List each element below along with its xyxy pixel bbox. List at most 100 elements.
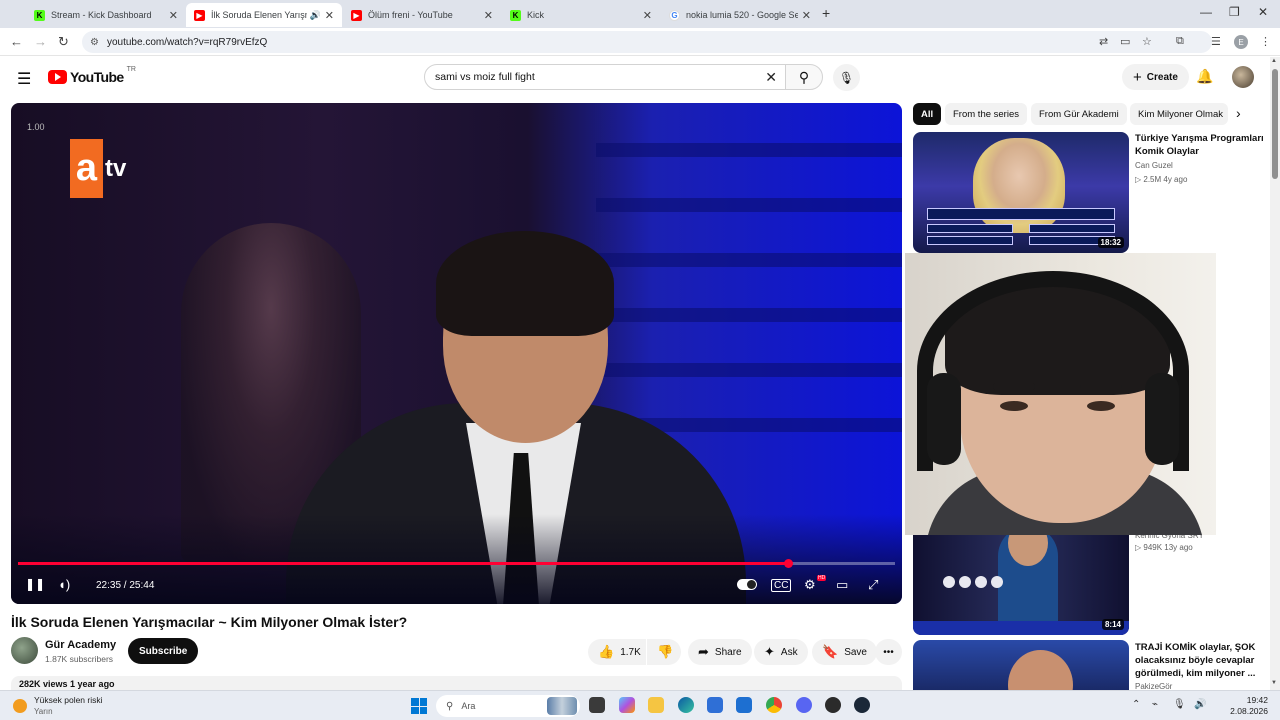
more-actions-button[interactable]: •••: [875, 639, 902, 665]
microphone-tray-icon[interactable]: 🎙: [1173, 699, 1186, 710]
subscribe-button[interactable]: Subscribe: [128, 638, 199, 664]
hamburger-menu-icon[interactable]: ☰: [17, 69, 31, 89]
file-explorer-icon[interactable]: [648, 697, 664, 713]
system-clock[interactable]: 19:42 2.08.2026: [1222, 695, 1268, 717]
close-tab-icon[interactable]: ✕: [325, 9, 334, 22]
share-button[interactable]: ➦ Share: [688, 639, 752, 665]
cast-icon[interactable]: ▭: [1120, 35, 1130, 48]
browser-menu-icon[interactable]: ⋮: [1260, 35, 1271, 48]
close-window-button[interactable]: ✕: [1258, 5, 1268, 19]
video-player[interactable]: 1.00 a tv ❚❚ ◖) 22:35 / 25:44 CC ⚙ HD ▭ …: [11, 103, 902, 604]
edge-browser-icon[interactable]: [678, 697, 694, 713]
extensions-icon[interactable]: ⧉: [1176, 35, 1184, 48]
youtube-logo[interactable]: YouTube TR: [48, 66, 136, 85]
close-tab-icon[interactable]: ✕: [802, 9, 811, 22]
close-tab-icon[interactable]: ✕: [169, 9, 178, 22]
microsoft-store-icon[interactable]: [707, 697, 723, 713]
youtube-icon: ▶: [351, 9, 362, 21]
notifications-bell-icon[interactable]: 🔔: [1196, 68, 1213, 85]
fullscreen-icon[interactable]: ⤢: [868, 577, 878, 593]
profile-avatar[interactable]: E: [1234, 35, 1248, 49]
recommendation-thumbnail[interactable]: 18:32: [913, 132, 1129, 253]
scroll-down-arrow-icon[interactable]: ▼: [1271, 680, 1277, 686]
discord-icon[interactable]: [796, 697, 812, 713]
tab-title: İlk Soruda Elenen Yarışmacı: [211, 10, 307, 20]
headset-earcup-left: [927, 373, 961, 465]
channel-avatar[interactable]: [11, 637, 38, 664]
search-button[interactable]: ⚲: [785, 64, 823, 90]
volume-tray-icon[interactable]: 🔊: [1194, 699, 1206, 710]
chip-kim-milyoner[interactable]: Kim Milyoner Olmak: [1130, 103, 1228, 125]
new-tab-button[interactable]: +: [822, 5, 830, 21]
reload-icon[interactable]: ↻: [58, 34, 69, 50]
site-info-icon[interactable]: ⚙: [90, 37, 99, 48]
scrollbar-thumb[interactable]: [1272, 69, 1278, 179]
tab-olum-freni[interactable]: ▶ Ölüm freni - YouTube ✕: [343, 3, 501, 27]
theater-mode-icon[interactable]: ▭: [836, 577, 848, 593]
more-horizontal-icon: •••: [883, 646, 894, 658]
forward-arrow-icon[interactable]: →: [34, 34, 47, 49]
windows-start-icon[interactable]: [411, 698, 427, 714]
network-icon[interactable]: ⌁: [1152, 699, 1158, 710]
video-title: İlk Soruda Elenen Yarışmacılar ~ Kim Mil…: [11, 614, 408, 630]
weather-sun-icon[interactable]: [13, 699, 27, 713]
speaker-icon[interactable]: 🔊: [310, 10, 321, 21]
close-tab-icon[interactable]: ✕: [484, 9, 493, 22]
clear-search-icon[interactable]: ✕: [765, 69, 777, 86]
channel-name-link[interactable]: Gür Academy: [45, 639, 116, 651]
address-bar[interactable]: ⚙ youtube.com/watch?v=rqR79rvEfzQ: [82, 31, 1212, 53]
save-button[interactable]: 🔖 Save: [812, 639, 877, 665]
task-view-icon[interactable]: [589, 697, 605, 713]
chrome-icon[interactable]: [766, 697, 782, 713]
search-query-text: sami vs moiz full fight: [435, 71, 535, 83]
outlook-icon[interactable]: [736, 697, 752, 713]
progress-bar[interactable]: [18, 559, 895, 568]
create-button[interactable]: + Create: [1122, 64, 1189, 90]
tab-kick[interactable]: K Kick ✕: [502, 3, 660, 27]
streamer-brow: [1080, 383, 1122, 390]
tab-kick-dashboard[interactable]: K Stream - Kick Dashboard ✕: [26, 3, 186, 27]
autoplay-toggle[interactable]: [737, 579, 757, 590]
filter-chips: All From the series From Gür Akademi Kim…: [913, 103, 1253, 125]
app-icon[interactable]: [825, 697, 841, 713]
search-highlight-image[interactable]: [547, 697, 577, 715]
account-avatar[interactable]: [1232, 66, 1254, 88]
ask-button[interactable]: ✦ Ask: [754, 639, 808, 665]
scrubber-handle[interactable]: [783, 559, 793, 568]
tab-active-video[interactable]: ▶ İlk Soruda Elenen Yarışmacı 🔊 ✕: [186, 3, 342, 27]
voice-search-button[interactable]: 🎙: [833, 64, 860, 91]
description-box[interactable]: 282K views 1 year ago: [11, 676, 902, 690]
chip-from-gur-akademi[interactable]: From Gür Akademi: [1031, 103, 1127, 125]
dislike-button[interactable]: 👎: [647, 639, 681, 665]
translate-icon[interactable]: ⇄: [1099, 35, 1108, 48]
like-button[interactable]: 👍 1.7K: [588, 639, 646, 665]
weather-text[interactable]: Yüksek polen riski: [34, 695, 103, 705]
steam-icon[interactable]: [854, 697, 870, 713]
bookmark-star-icon[interactable]: ☆: [1142, 35, 1152, 48]
search-input[interactable]: sami vs moiz full fight ✕: [424, 64, 786, 90]
chip-from-series[interactable]: From the series: [945, 103, 1027, 125]
streamer-eye: [1000, 401, 1028, 411]
pause-button[interactable]: ❚❚: [25, 577, 45, 591]
minimize-button[interactable]: —: [1200, 5, 1212, 19]
tab-google-search[interactable]: G nokia lumia 520 - Google Searc ✕: [661, 3, 819, 27]
page-scrollbar[interactable]: [1270, 57, 1280, 690]
reading-list-icon[interactable]: ☰: [1211, 35, 1221, 48]
recommendation-title[interactable]: Türkiye Yarışma Programları Komik Olayla…: [1135, 132, 1265, 158]
recommendation-thumbnail[interactable]: [913, 640, 1129, 690]
close-tab-icon[interactable]: ✕: [643, 9, 652, 22]
kick-icon: K: [510, 9, 521, 21]
settings-gear-icon[interactable]: ⚙: [804, 577, 816, 593]
back-arrow-icon[interactable]: ←: [10, 34, 23, 49]
subtitles-button[interactable]: CC: [771, 579, 792, 592]
chip-all[interactable]: All: [913, 103, 942, 125]
share-arrow-icon: ➦: [698, 644, 709, 659]
recommendation-channel[interactable]: Can Guzel: [1135, 161, 1173, 170]
chevron-right-icon[interactable]: ›: [1236, 105, 1241, 121]
volume-icon[interactable]: ◖): [58, 577, 70, 592]
scroll-up-arrow-icon[interactable]: ▲: [1271, 58, 1277, 64]
restore-button[interactable]: ❐: [1229, 5, 1240, 19]
recommendation-title[interactable]: TRAJİ KOMİK olaylar, ŞOK olacaksınız böy…: [1135, 641, 1265, 680]
tray-overflow-icon[interactable]: ⌃: [1132, 699, 1140, 710]
copilot-icon[interactable]: [619, 697, 635, 713]
